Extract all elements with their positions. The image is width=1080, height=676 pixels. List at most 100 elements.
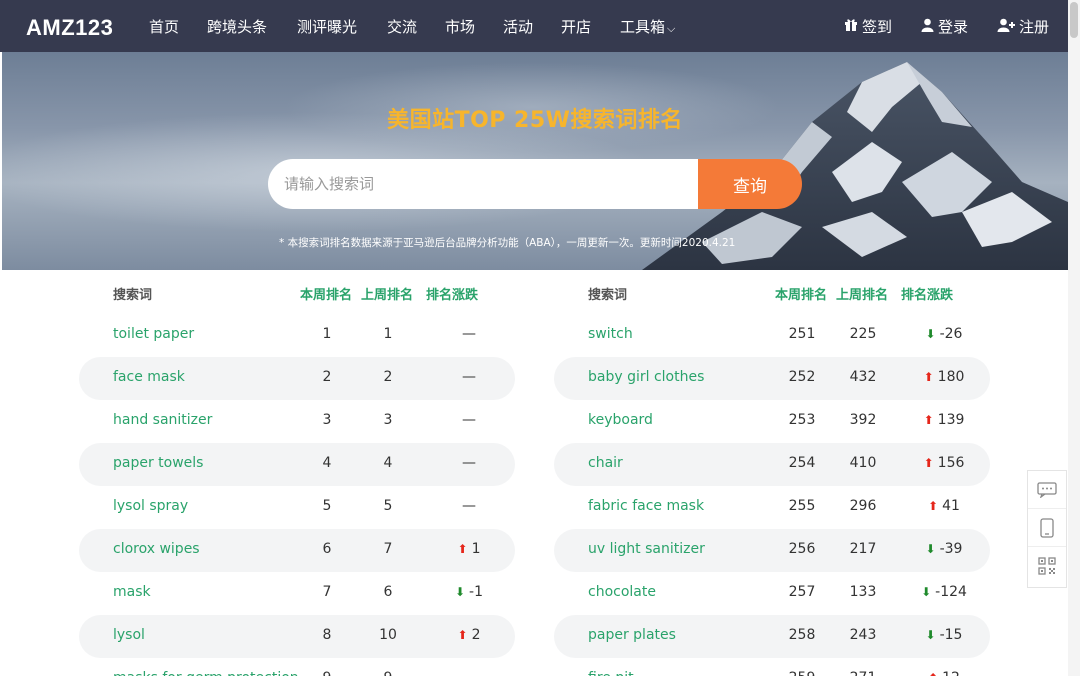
- keyword-link[interactable]: face mask: [113, 369, 185, 385]
- ranking-table-left: 搜索词 本周排名 上周排名 排名涨跌 toilet paper 1 1— face m…: [79, 270, 515, 676]
- table-row: toilet paper 1 1 —: [79, 314, 515, 357]
- table-row: fire pit 259 271 ⬆ 12: [554, 658, 990, 676]
- previous-rank: 3: [383, 412, 393, 428]
- table-row: chocolate 257 133 ⬇ -124: [554, 572, 990, 615]
- rank-change-value: -26: [939, 326, 963, 342]
- login-button[interactable]: 登录: [921, 16, 968, 37]
- nav-item-reviews[interactable]: 测评曝光: [297, 16, 387, 37]
- previous-rank: 225: [849, 326, 877, 342]
- current-rank: 252: [788, 369, 816, 385]
- rank-change-value: —: [462, 369, 476, 385]
- keyword-link[interactable]: paper towels: [113, 455, 203, 471]
- keyword-link[interactable]: baby girl clothes: [588, 369, 704, 385]
- nav-item-market[interactable]: 市场: [445, 16, 503, 37]
- previous-rank: 410: [849, 455, 877, 471]
- page: AMZ123 首页 跨境头条 测评曝光 交流 市场 活动 开店 工具箱 ⌵ 签到 …: [0, 0, 1080, 676]
- rank-change: —: [429, 455, 509, 471]
- header-rank-change[interactable]: 排名涨跌: [901, 284, 953, 303]
- keyword-link[interactable]: fire pit: [588, 670, 634, 676]
- gift-icon: [844, 18, 858, 35]
- current-rank: 5: [322, 498, 332, 514]
- scrollbar[interactable]: [1068, 0, 1080, 676]
- rank-change: ⬆ 41: [904, 498, 984, 514]
- rank-change: ⬆ 1: [429, 541, 509, 557]
- rank-change-value: -124: [935, 584, 967, 600]
- keyword-link[interactable]: clorox wipes: [113, 541, 200, 557]
- nav-item-forum[interactable]: 交流: [387, 16, 445, 37]
- table-body: switch 251 225 ⬇ -26 baby girl clothes 252 432 ⬆…: [554, 314, 990, 676]
- keyword-link[interactable]: toilet paper: [113, 326, 194, 342]
- current-rank: 8: [322, 627, 332, 643]
- current-rank: 256: [788, 541, 816, 557]
- register-button[interactable]: 注册: [997, 16, 1049, 37]
- previous-rank: 1: [383, 326, 393, 342]
- keyword-link[interactable]: keyboard: [588, 412, 653, 428]
- keyword-link[interactable]: mask: [113, 584, 151, 600]
- nav-item-toolbox[interactable]: 工具箱 ⌵: [620, 16, 690, 37]
- table-row: paper towels 4 4 —: [79, 443, 515, 486]
- header-current-rank[interactable]: 本周排名: [300, 284, 352, 303]
- current-rank: 255: [788, 498, 816, 514]
- keyword-link[interactable]: paper plates: [588, 627, 676, 643]
- hero-title: 美国站TOP 25W搜索词排名: [387, 108, 683, 133]
- rank-change-value: —: [462, 326, 476, 342]
- search-button[interactable]: 查询: [698, 159, 802, 209]
- keyword-link[interactable]: uv light sanitizer: [588, 541, 705, 557]
- table-header: 搜索词 本周排名 上周排名 排名涨跌: [79, 270, 515, 314]
- ranking-tables: 搜索词 本周排名 上周排名 排名涨跌 toilet paper 1 1— face m…: [0, 270, 1068, 676]
- previous-rank: 6: [383, 584, 393, 600]
- rank-change: ⬇ -1: [429, 584, 509, 600]
- table-header: 搜索词 本周排名 上周排名 排名涨跌: [554, 270, 990, 314]
- nav-item-home[interactable]: 首页: [149, 16, 207, 37]
- scrollbar-thumb[interactable]: [1070, 2, 1078, 38]
- rank-change: —: [429, 670, 509, 676]
- current-rank: 259: [775, 670, 829, 676]
- keyword-link[interactable]: lysol: [113, 627, 145, 643]
- rank-change-value: -15: [939, 627, 963, 643]
- previous-rank: 133: [849, 584, 877, 600]
- current-rank: 3: [322, 412, 332, 428]
- header-previous-rank[interactable]: 上周排名: [836, 284, 888, 303]
- ranking-table-right: 搜索词 本周排名 上周排名 排名涨跌 switch 251 225 ⬇ -26 baby …: [554, 270, 990, 676]
- table-row: lysol spray 5 5 —: [79, 486, 515, 529]
- table-row: masks for germ protection99—: [79, 658, 515, 676]
- table-row: clorox wipes 6 7 ⬆ 1: [79, 529, 515, 572]
- search-input[interactable]: [268, 159, 708, 209]
- current-rank: 254: [788, 455, 816, 471]
- qrcode-icon[interactable]: [1028, 547, 1066, 585]
- keyword-link[interactable]: chocolate: [588, 584, 656, 600]
- keyword-link[interactable]: chair: [588, 455, 623, 471]
- header-current-rank[interactable]: 本周排名: [775, 284, 827, 303]
- header-rank-change[interactable]: 排名涨跌: [426, 284, 478, 303]
- signin-button[interactable]: 签到: [844, 16, 892, 37]
- keyword-link[interactable]: fabric face mask: [588, 498, 704, 514]
- nav-item-events[interactable]: 活动: [503, 16, 561, 37]
- rank-change: —: [429, 326, 509, 342]
- rank-change-value: —: [462, 498, 476, 514]
- rank-change: ⬇ -26: [904, 326, 984, 342]
- keyword-link[interactable]: switch: [588, 326, 633, 342]
- current-rank: 4: [322, 455, 332, 471]
- header-previous-rank[interactable]: 上周排名: [361, 284, 413, 303]
- rank-change-value: —: [462, 670, 476, 676]
- table-row: face mask 2 2 —: [79, 357, 515, 400]
- rank-change: ⬇ -39: [904, 541, 984, 557]
- table-row: mask 7 6 ⬇ -1: [79, 572, 515, 615]
- previous-rank: 7: [383, 541, 393, 557]
- arrow-down-icon: ⬇: [925, 628, 936, 642]
- rank-change-value: 2: [471, 627, 481, 643]
- mobile-icon[interactable]: [1028, 509, 1066, 547]
- current-rank: 2: [322, 369, 332, 385]
- keyword-link[interactable]: hand sanitizer: [113, 412, 212, 428]
- table-body: toilet paper 1 1— face mask 2 2— hand sanitize…: [79, 314, 515, 676]
- rank-change: —: [429, 412, 509, 428]
- rank-change-value: 139: [937, 412, 965, 428]
- logo[interactable]: AMZ123: [26, 15, 113, 41]
- nav-item-headlines[interactable]: 跨境头条: [207, 16, 297, 37]
- keyword-link[interactable]: lysol spray: [113, 498, 188, 514]
- chat-icon[interactable]: [1028, 471, 1066, 509]
- keyword-link[interactable]: masks for germ protection: [113, 670, 299, 676]
- rank-change-value: 156: [937, 455, 965, 471]
- nav-item-open-store[interactable]: 开店: [561, 16, 620, 37]
- arrow-down-icon: ⬇: [921, 585, 932, 599]
